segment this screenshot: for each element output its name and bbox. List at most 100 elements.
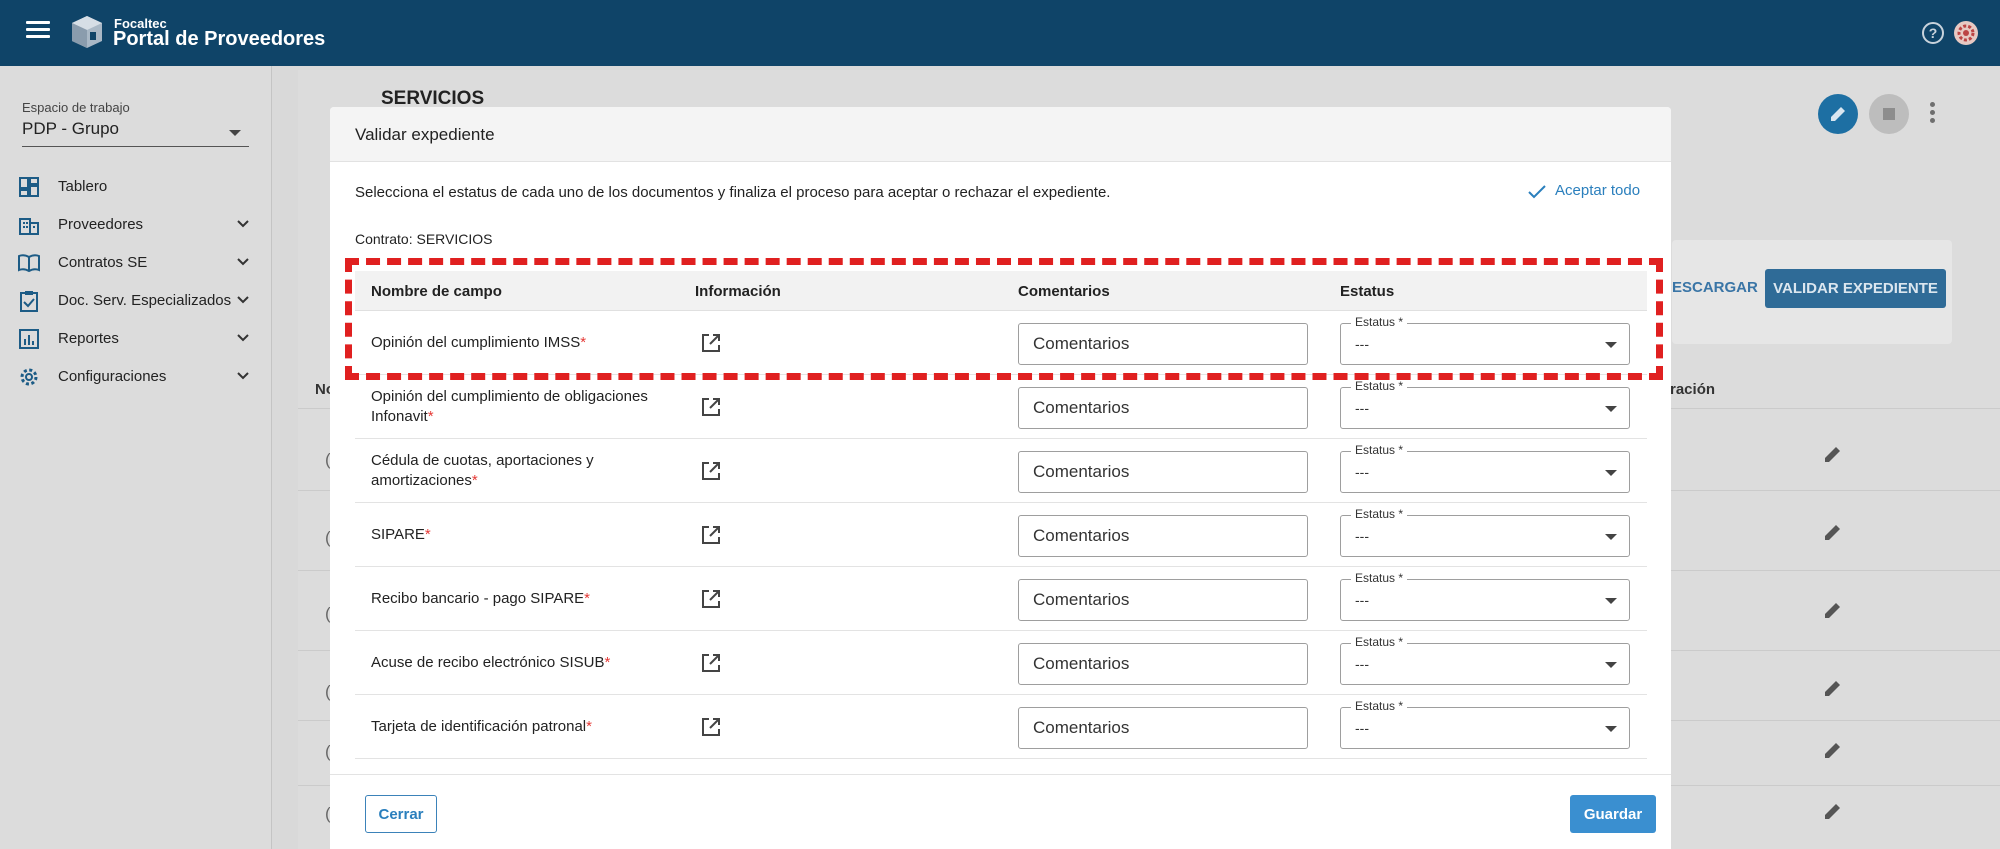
sidebar-item-label: Configuraciones xyxy=(58,368,167,385)
open-in-new-icon[interactable] xyxy=(699,395,723,419)
chevron-down-icon xyxy=(237,296,249,304)
sidebar-item-doc-serv-especializados[interactable]: Doc. Serv. Especializados xyxy=(0,281,272,319)
sidebar-item-label: Proveedores xyxy=(58,216,144,233)
column-header-operacion: ración xyxy=(1670,381,1716,398)
sidebar-item-reportes[interactable]: Reportes xyxy=(0,319,272,357)
guardar-button[interactable]: Guardar xyxy=(1570,795,1656,833)
chevron-down-icon xyxy=(237,334,249,342)
sidebar-item-label: Tablero xyxy=(58,178,108,195)
status-label: Estatus * xyxy=(1351,379,1408,393)
field-name: Cédula de cuotas, aportaciones y amortiza… xyxy=(371,451,671,491)
table-row: Tarjeta de identificación patronal* Esta… xyxy=(355,695,1647,759)
sidebar-item-configuraciones[interactable]: Configuraciones xyxy=(0,357,272,395)
pencil-icon xyxy=(1831,107,1845,121)
top-bar: Focaltec Portal de Proveedores ? xyxy=(0,0,2000,66)
open-in-new-icon[interactable] xyxy=(699,715,723,739)
comment-input[interactable] xyxy=(1018,451,1308,493)
menu-icon[interactable] xyxy=(26,21,50,39)
validar-expediente-dialog: Validar expediente Selecciona el estatus… xyxy=(330,107,1671,849)
field-name: SIPARE* xyxy=(371,525,671,545)
sidebar-item-proveedores[interactable]: Proveedores xyxy=(0,205,272,243)
open-in-new-icon[interactable] xyxy=(699,587,723,611)
sidebar-item-label: Contratos SE xyxy=(58,254,148,271)
status-select[interactable]: Estatus * --- xyxy=(1340,635,1630,685)
chevron-down-icon xyxy=(237,220,249,228)
descargar-button[interactable]: ESCARGAR xyxy=(1672,279,1758,296)
status-label: Estatus * xyxy=(1351,699,1408,713)
caret-down-icon xyxy=(1605,470,1617,476)
box-logo-icon xyxy=(72,16,102,48)
comment-input[interactable] xyxy=(1018,387,1308,429)
stop-fab-button[interactable] xyxy=(1869,94,1909,134)
open-in-new-icon[interactable] xyxy=(699,459,723,483)
status-label: Estatus * xyxy=(1351,571,1408,585)
comment-input[interactable] xyxy=(1018,707,1308,749)
caret-down-icon xyxy=(1605,406,1617,412)
help-icon[interactable]: ? xyxy=(1922,22,1944,44)
required-mark: * xyxy=(471,472,478,489)
user-gear-icon[interactable] xyxy=(1953,20,1979,46)
table-row: Opinión del cumplimiento de obligaciones… xyxy=(355,375,1647,439)
cerrar-button[interactable]: Cerrar xyxy=(365,795,437,833)
chevron-down-icon xyxy=(237,258,249,266)
status-value: --- xyxy=(1355,400,1369,416)
comment-input[interactable] xyxy=(1018,515,1308,557)
status-select[interactable]: Estatus * --- xyxy=(1340,443,1630,493)
check-icon xyxy=(1528,185,1546,199)
chevron-down-icon xyxy=(237,372,249,380)
status-value: --- xyxy=(1355,720,1369,736)
field-name: Opinión del cumplimiento de obligaciones… xyxy=(371,387,671,427)
required-mark: * xyxy=(584,590,591,607)
dialog-title: Validar expediente xyxy=(355,125,495,144)
clipboard-check-icon xyxy=(20,291,38,312)
status-select[interactable]: Estatus * --- xyxy=(1340,571,1630,621)
pencil-icon[interactable] xyxy=(1822,443,1844,465)
sidebar-item-contratos-se[interactable]: Contratos SE xyxy=(0,243,272,281)
field-name-line: Opinión del cumplimiento de obligaciones xyxy=(371,388,648,405)
pencil-icon[interactable] xyxy=(1822,677,1844,699)
field-name-line: Tarjeta de identificación patronal xyxy=(371,718,587,735)
workspace-select[interactable]: PDP - Grupo xyxy=(22,119,119,139)
dialog-header: Validar expediente xyxy=(330,107,1671,162)
comment-input[interactable] xyxy=(1018,643,1308,685)
status-value: --- xyxy=(1355,592,1369,608)
pencil-icon[interactable] xyxy=(1822,739,1844,761)
open-in-new-icon[interactable] xyxy=(699,651,723,675)
status-select[interactable]: Estatus * --- xyxy=(1340,507,1630,557)
table-row: Acuse de recibo electrónico SISUB* Estat… xyxy=(355,631,1647,695)
contract-label: Contrato: SERVICIOS xyxy=(355,231,493,247)
field-name-line: Acuse de recibo electrónico SISUB xyxy=(371,654,605,671)
field-name-line: Recibo bancario - pago SIPARE xyxy=(371,590,585,607)
more-vert-icon[interactable] xyxy=(1930,102,1936,126)
status-label: Estatus * xyxy=(1351,635,1408,649)
status-value: --- xyxy=(1355,464,1369,480)
status-select[interactable]: Estatus * --- xyxy=(1340,699,1630,749)
field-name-line: amortizaciones xyxy=(371,472,472,489)
pencil-icon[interactable] xyxy=(1822,800,1844,822)
required-mark: * xyxy=(586,718,592,735)
status-label: Estatus * xyxy=(1351,443,1408,457)
required-mark: * xyxy=(424,526,431,543)
required-mark: * xyxy=(427,408,434,425)
field-name: Acuse de recibo electrónico SISUB* xyxy=(371,653,671,673)
validar-expediente-button[interactable]: VALIDAR EXPEDIENTE xyxy=(1765,269,1946,308)
chart-icon xyxy=(19,329,39,349)
pencil-icon[interactable] xyxy=(1822,599,1844,621)
edit-fab-button[interactable] xyxy=(1818,94,1858,134)
book-icon xyxy=(18,254,40,273)
caret-down-icon xyxy=(1605,598,1617,604)
pencil-icon[interactable] xyxy=(1822,521,1844,543)
table-row: Recibo bancario - pago SIPARE* Estatus *… xyxy=(355,567,1647,631)
table-row: Cédula de cuotas, aportaciones y amortiza… xyxy=(355,439,1647,503)
comment-input[interactable] xyxy=(1018,579,1308,621)
gear-icon xyxy=(20,368,38,386)
open-in-new-icon[interactable] xyxy=(699,523,723,547)
status-label: Estatus * xyxy=(1351,507,1408,521)
field-name: Tarjeta de identificación patronal* xyxy=(371,717,671,737)
brand-title: Portal de Proveedores xyxy=(113,28,326,50)
caret-down-icon[interactable] xyxy=(229,130,241,136)
workspace-label: Espacio de trabajo xyxy=(22,100,130,115)
status-select[interactable]: Estatus * --- xyxy=(1340,379,1630,429)
sidebar-item-tablero[interactable]: Tablero xyxy=(0,167,272,205)
field-name-line: Cédula de cuotas, aportaciones y xyxy=(371,452,594,469)
